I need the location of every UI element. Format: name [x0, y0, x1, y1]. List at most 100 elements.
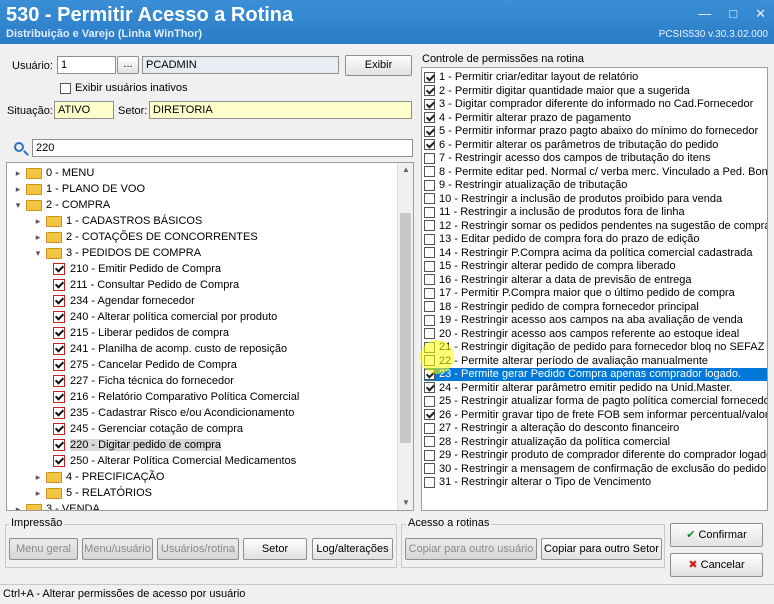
permission-checkbox[interactable] [424, 436, 435, 448]
permission-checkbox[interactable] [424, 274, 435, 286]
permission-item[interactable]: 4 - Permitir alterar prazo de pagamento [424, 112, 767, 125]
permission-checkbox[interactable] [424, 314, 435, 326]
tree-folder[interactable]: ▾ 2 - COMPRA [13, 197, 110, 213]
tree-folder[interactable]: ▸ 1 - CADASTROS BÁSICOS [33, 213, 203, 229]
tree-scroll-thumb[interactable] [400, 213, 411, 443]
routine-checkbox[interactable] [53, 359, 65, 372]
chevron-right-icon[interactable]: ▸ [13, 181, 23, 197]
show-button[interactable]: Exibir [345, 55, 412, 76]
permission-item[interactable]: 5 - Permitir informar prazo pagto abaixo… [424, 125, 767, 138]
chevron-right-icon[interactable]: ▸ [33, 485, 43, 501]
permission-checkbox[interactable] [424, 206, 435, 218]
permission-checkbox[interactable] [424, 463, 435, 475]
routine-checkbox[interactable] [53, 391, 65, 404]
permission-item[interactable]: 10 - Restringir a inclusão de produtos p… [424, 193, 767, 206]
copy-to-sector-button[interactable]: Copiar para outro Setor [541, 538, 662, 560]
permission-checkbox[interactable] [424, 98, 435, 110]
permission-checkbox[interactable] [424, 368, 435, 380]
menu-usuario-button[interactable]: Menu/usuário [82, 538, 153, 560]
permission-item[interactable]: 24 - Permitir alterar parâmetro emitir p… [424, 382, 767, 395]
tree-routine[interactable]: 245 - Gerenciar cotação de compra [53, 421, 243, 437]
tree-folder[interactable]: ▸ 3 - VENDA [13, 501, 100, 510]
permission-item[interactable]: 9 - Restringir atualização de tributação [424, 179, 767, 192]
tree-routine[interactable]: 215 - Liberar pedidos de compra [53, 325, 229, 341]
permission-item[interactable]: 19 - Restringir acesso aos campos na aba… [424, 314, 767, 327]
permission-checkbox[interactable] [424, 355, 435, 367]
tree-routine[interactable]: 220 - Digitar pedido de compra [53, 437, 222, 453]
chevron-right-icon[interactable]: ▸ [33, 469, 43, 485]
tree-routine[interactable]: 235 - Cadastrar Risco e/ou Acondicioname… [53, 405, 294, 421]
tree-folder[interactable]: ▸ 1 - PLANO DE VOO [13, 181, 145, 197]
permission-checkbox[interactable] [424, 193, 435, 205]
permission-item[interactable]: 12 - Restringir somar os pedidos pendent… [424, 220, 767, 233]
permission-checkbox[interactable] [424, 395, 435, 407]
tree-routine[interactable]: 250 - Alterar Política Comercial Medicam… [53, 453, 296, 469]
scroll-up-icon[interactable]: ▲ [398, 163, 413, 177]
permission-item[interactable]: 26 - Permitir gravar tipo de frete FOB s… [424, 409, 767, 422]
permission-item[interactable]: 13 - Editar pedido de compra fora do pra… [424, 233, 767, 246]
permission-checkbox[interactable] [424, 220, 435, 232]
routine-checkbox[interactable] [53, 423, 65, 436]
search-input[interactable]: 220 [32, 139, 413, 157]
routine-checkbox[interactable] [53, 455, 65, 468]
scroll-down-icon[interactable]: ▼ [398, 496, 413, 510]
permission-checkbox[interactable] [424, 139, 435, 151]
routine-checkbox[interactable] [53, 343, 65, 356]
tree-folder[interactable]: ▾ 3 - PEDIDOS DE COMPRA [33, 245, 201, 261]
permission-checkbox[interactable] [424, 476, 435, 488]
permission-item[interactable]: 17 - Permitir P.Compra maior que o últim… [424, 287, 767, 300]
tree-routine[interactable]: 241 - Planilha de acomp. custo de reposi… [53, 341, 287, 357]
permission-item[interactable]: 2 - Permitir digitar quantidade maior qu… [424, 85, 767, 98]
permission-checkbox[interactable] [424, 287, 435, 299]
routine-checkbox[interactable] [53, 263, 65, 276]
permission-item[interactable]: 27 - Restringir a alteração do desconto … [424, 422, 767, 435]
usuarios-rotina-button[interactable]: Usuários/rotina [157, 538, 239, 560]
permission-checkbox[interactable] [424, 260, 435, 272]
permission-item[interactable]: 25 - Restringir atualizar forma de pagto… [424, 395, 767, 408]
chevron-right-icon[interactable]: ▸ [33, 213, 43, 229]
copy-to-user-button[interactable]: Copiar para outro usuário [405, 538, 537, 560]
routine-checkbox[interactable] [53, 311, 65, 324]
permission-item[interactable]: 23 - Permite gerar Pedido Compra apenas … [424, 368, 767, 381]
tree-folder[interactable]: ▸ 4 - PRECIFICAÇÃO [33, 469, 165, 485]
permission-item[interactable]: 30 - Restringir a mensagem de confirmaçã… [424, 463, 767, 476]
permission-item[interactable]: 8 - Permite editar ped. Normal c/ verba … [424, 166, 767, 179]
minimize-icon[interactable]: — [698, 6, 711, 22]
tree-routine[interactable]: 234 - Agendar fornecedor [53, 293, 195, 309]
chevron-down-icon[interactable]: ▾ [33, 245, 43, 261]
permission-item[interactable]: 18 - Restringir pedido de compra fornece… [424, 301, 767, 314]
routine-checkbox[interactable] [53, 327, 65, 340]
inactive-users-checkbox[interactable] [60, 83, 71, 94]
permission-item[interactable]: 7 - Restringir acesso dos campos de trib… [424, 152, 767, 165]
browse-user-button[interactable]: ... [117, 56, 139, 74]
permission-checkbox[interactable] [424, 409, 435, 421]
tree-folder[interactable]: ▸ 2 - COTAÇÕES DE CONCORRENTES [33, 229, 258, 245]
permission-item[interactable]: 28 - Restringir atualização da política … [424, 436, 767, 449]
permission-item[interactable]: 29 - Restringir produto de comprador dif… [424, 449, 767, 462]
tree-routine[interactable]: 210 - Emitir Pedido de Compra [53, 261, 221, 277]
confirm-button[interactable]: ✔ Confirmar [670, 523, 763, 547]
permission-checkbox[interactable] [424, 179, 435, 191]
routine-checkbox[interactable] [53, 375, 65, 388]
permission-checkbox[interactable] [424, 166, 435, 178]
permission-checkbox[interactable] [424, 125, 435, 137]
permission-checkbox[interactable] [424, 85, 435, 97]
cancel-button[interactable]: ✖ Cancelar [670, 553, 763, 577]
tree-routine[interactable]: 275 - Cancelar Pedido de Compra [53, 357, 237, 373]
tree-routine[interactable]: 227 - Ficha técnica do fornecedor [53, 373, 234, 389]
permission-checkbox[interactable] [424, 71, 435, 83]
chevron-down-icon[interactable]: ▾ [13, 197, 23, 213]
menu-geral-button[interactable]: Menu geral [9, 538, 78, 560]
permission-item[interactable]: 3 - Digitar comprador diferente do infor… [424, 98, 767, 111]
permission-checkbox[interactable] [424, 152, 435, 164]
user-code-input[interactable]: 1 [57, 56, 116, 74]
permission-checkbox[interactable] [424, 112, 435, 124]
permission-checkbox[interactable] [424, 301, 435, 313]
permission-item[interactable]: 15 - Restringir alterar pedido de compra… [424, 260, 767, 273]
routine-checkbox[interactable] [53, 407, 65, 420]
permission-checkbox[interactable] [424, 341, 435, 353]
chevron-right-icon[interactable]: ▸ [13, 501, 23, 510]
tree-folder[interactable]: ▸ 0 - MENU [13, 165, 95, 181]
permission-item[interactable]: 21 - Restringir digitação de pedido para… [424, 341, 767, 354]
permission-item[interactable]: 6 - Permitir alterar os parâmetros de tr… [424, 139, 767, 152]
